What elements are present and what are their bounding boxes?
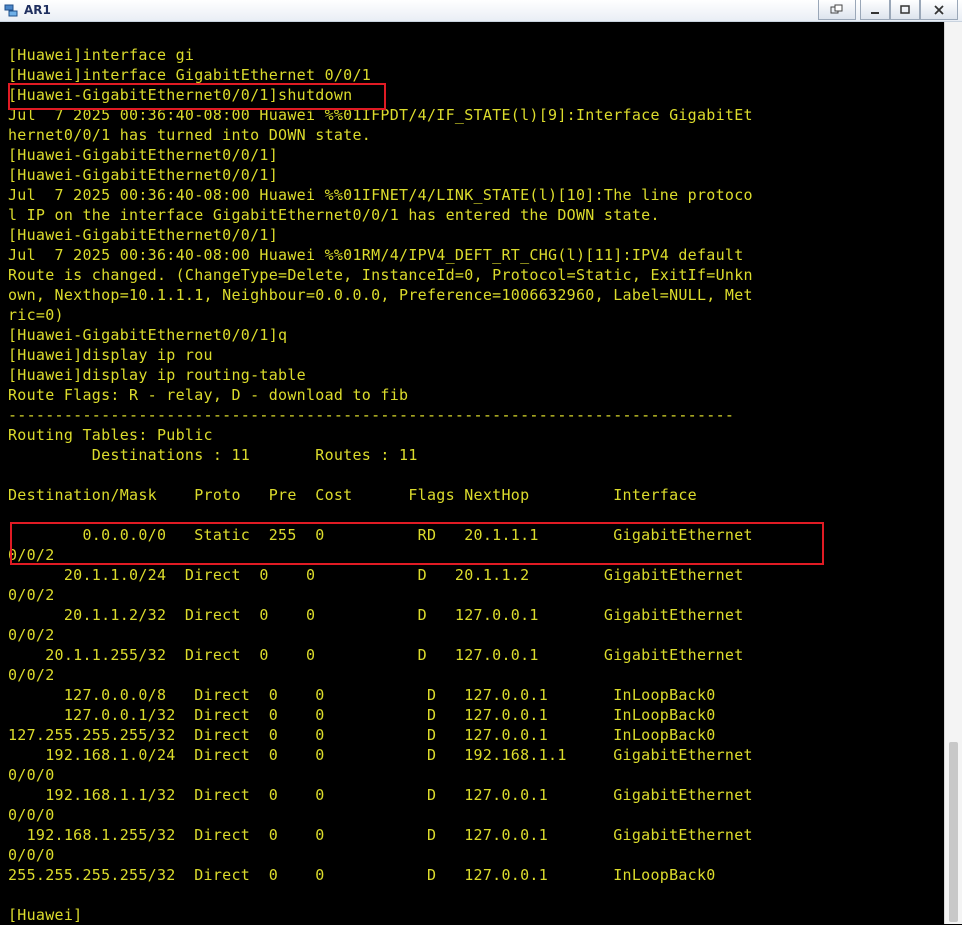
- terminal-line: 127.255.255.255/32 Direct 0 0 D 127.0.0.…: [8, 726, 716, 744]
- terminal-line: 20.1.1.255/32 Direct 0 0 D 127.0.0.1 Gig…: [8, 646, 744, 664]
- window-title: AR1: [24, 3, 51, 17]
- terminal-line: ric=0): [8, 306, 64, 324]
- terminal-console[interactable]: [Huawei]interface gi [Huawei]interface Gi…: [0, 22, 944, 924]
- close-icon: [934, 4, 944, 15]
- terminal-line: 255.255.255.255/32 Direct 0 0 D 127.0.0.…: [8, 866, 716, 884]
- close-button[interactable]: [920, 0, 958, 20]
- terminal-line: 192.168.1.1/32 Direct 0 0 D 127.0.0.1 Gi…: [8, 786, 753, 804]
- terminal-line: [Huawei]interface gi: [8, 46, 195, 64]
- terminal-line: 0/0/0: [8, 846, 55, 864]
- restore-button[interactable]: [818, 0, 856, 20]
- terminal-line: 0/0/2: [8, 586, 55, 604]
- terminal-line: l IP on the interface GigabitEthernet0/0…: [8, 206, 660, 224]
- terminal-line: Routing Tables: Public: [8, 426, 213, 444]
- terminal-line: ----------------------------------------…: [8, 406, 735, 424]
- terminal-line: 127.0.0.0/8 Direct 0 0 D 127.0.0.1 InLoo…: [8, 686, 716, 704]
- title-bar[interactable]: AR1: [0, 0, 962, 22]
- terminal-line: [Huawei-GigabitEthernet0/0/1]: [8, 226, 279, 244]
- minimize-button[interactable]: [860, 0, 890, 20]
- terminal-line: 0/0/2: [8, 626, 55, 644]
- terminal-line: Jul 7 2025 00:36:40-08:00 Huawei %%01IFN…: [8, 186, 753, 204]
- terminal-line: 0/0/2: [8, 666, 55, 684]
- scrollbar-thumb[interactable]: [949, 742, 958, 922]
- terminal-line: Jul 7 2025 00:36:40-08:00 Huawei %%01RM/…: [8, 246, 744, 264]
- shutdown-command-highlight: [8, 83, 386, 110]
- terminal-line: 192.168.1.0/24 Direct 0 0 D 192.168.1.1 …: [8, 746, 753, 764]
- terminal-line: own, Nexthop=10.1.1.1, Neighbour=0.0.0.0…: [8, 286, 753, 304]
- restore-icon: [830, 4, 843, 13]
- terminal-line: 20.1.1.2/32 Direct 0 0 D 127.0.0.1 Gigab…: [8, 606, 744, 624]
- terminal-line: [Huawei]: [8, 906, 83, 924]
- router-app-icon: [4, 3, 19, 18]
- minimize-icon: [871, 11, 879, 14]
- maximize-icon: [900, 4, 910, 14]
- terminal-line: [Huawei]interface GigabitEthernet 0/0/1: [8, 66, 372, 84]
- terminal-line: 20.1.1.0/24 Direct 0 0 D 20.1.1.2 Gigabi…: [8, 566, 744, 584]
- terminal-line: 0/0/0: [8, 766, 55, 784]
- terminal-line: [Huawei-GigabitEthernet0/0/1]: [8, 146, 279, 164]
- terminal-line: Destination/Mask Proto Pre Cost Flags Ne…: [8, 486, 697, 504]
- terminal-line: hernet0/0/1 has turned into DOWN state.: [8, 126, 372, 144]
- terminal-line: [Huawei-GigabitEthernet0/0/1]q: [8, 326, 288, 344]
- maximize-button[interactable]: [890, 0, 920, 20]
- terminal-line: Route Flags: R - relay, D - download to …: [8, 386, 409, 404]
- terminal-line: [Huawei]display ip rou: [8, 346, 213, 364]
- terminal-line: 0/0/0: [8, 806, 55, 824]
- terminal-line: 127.0.0.1/32 Direct 0 0 D 127.0.0.1 InLo…: [8, 706, 716, 724]
- terminal-line: [Huawei-GigabitEthernet0/0/1]: [8, 166, 279, 184]
- terminal-line: Destinations : 11 Routes : 11: [8, 446, 418, 464]
- default-route-highlight: [10, 522, 824, 565]
- terminal-line: Route is changed. (ChangeType=Delete, In…: [8, 266, 753, 284]
- vertical-scrollbar[interactable]: [944, 22, 962, 924]
- terminal-output: [Huawei]interface gi [Huawei]interface Gi…: [8, 45, 753, 925]
- terminal-window: AR1 [Huawei]interface gi [Huawei]interfa…: [0, 0, 962, 924]
- terminal-line: [Huawei]display ip routing-table: [8, 366, 306, 384]
- terminal-line: 192.168.1.255/32 Direct 0 0 D 127.0.0.1 …: [8, 826, 753, 844]
